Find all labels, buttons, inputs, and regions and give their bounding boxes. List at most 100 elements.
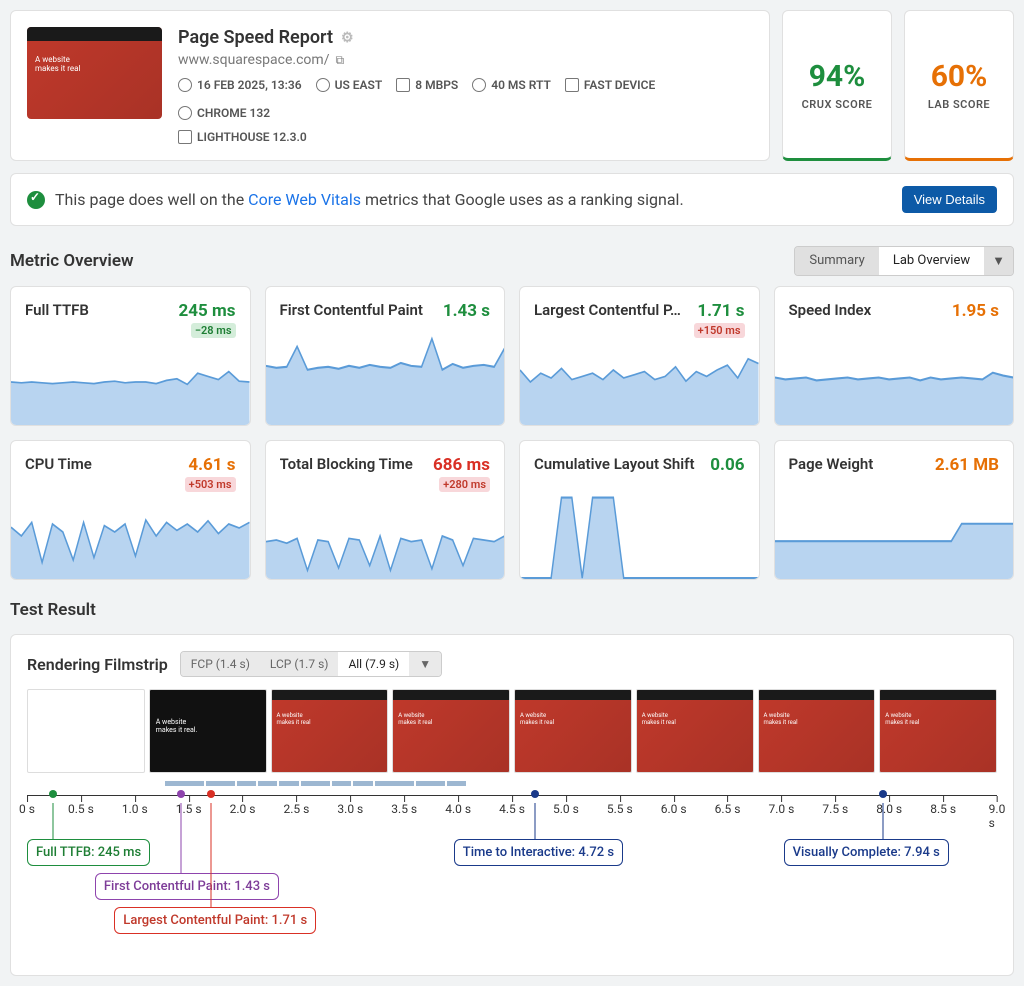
frame-2[interactable]: [271, 689, 389, 773]
metric-card-cpu-time[interactable]: CPU Time 4.61 s +503 ms: [10, 440, 251, 580]
metric-sparkline: [266, 500, 505, 580]
marker-line-tti: [535, 803, 536, 839]
meta-browser: CHROME 132: [178, 106, 270, 120]
metric-name: Cumulative Layout Shift: [534, 455, 710, 473]
tick: 3.0 s: [337, 802, 363, 816]
test-result-panel: Rendering Filmstrip FCP (1.4 s) LCP (1.7…: [10, 634, 1014, 976]
metric-value: 1.43 s: [443, 301, 490, 321]
metric-sparkline: [520, 346, 759, 426]
external-link-icon[interactable]: ⧉: [335, 53, 344, 68]
view-details-button[interactable]: View Details: [902, 186, 997, 213]
tick: 3.5 s: [391, 802, 417, 816]
timeline-callouts: Full TTFB: 245 ms Time to Interactive: 4.…: [27, 839, 997, 959]
test-result-title: Test Result: [10, 600, 1014, 620]
metric-card-first-contentful-paint[interactable]: First Contentful Paint 1.43 s: [265, 286, 506, 426]
tick: 2.5 s: [284, 802, 310, 816]
frame-5[interactable]: [636, 689, 754, 773]
filmstrip-frames: [27, 689, 997, 773]
tick: 0.5 s: [68, 802, 94, 816]
callout-ttfb[interactable]: Full TTFB: 245 ms: [27, 839, 150, 866]
tick: 4.5 s: [499, 802, 525, 816]
tick: 1.0 s: [122, 802, 148, 816]
metric-delta: +150 ms: [694, 323, 745, 338]
tick: 2.0 s: [230, 802, 256, 816]
latency-icon: [472, 78, 486, 92]
metric-card-largest-contentful-p-[interactable]: Largest Contentful P… 1.71 s +150 ms: [519, 286, 760, 426]
metric-name: Total Blocking Time: [280, 455, 434, 473]
metric-sparkline: [520, 483, 759, 580]
report-header: Page Speed Report ⚙ www.squarespace.com/…: [10, 10, 770, 161]
marker-line-ttfb: [53, 803, 54, 839]
meta-timestamp: 16 FEB 2025, 13:36: [178, 78, 302, 92]
browser-icon: [178, 106, 192, 120]
tick: 6.0 s: [661, 802, 687, 816]
frame-3[interactable]: [392, 689, 510, 773]
report-title-text: Page Speed Report: [178, 27, 333, 48]
filmtab-dropdown[interactable]: ▼: [409, 652, 441, 676]
metric-delta: +280 ms: [439, 477, 490, 492]
device-icon: [565, 78, 579, 92]
tick: 4.0 s: [445, 802, 471, 816]
metric-sparkline: [266, 329, 505, 426]
filmtab-lcp[interactable]: LCP (1.7 s): [260, 652, 339, 676]
marker-line-lcp: [211, 803, 212, 907]
network-waterfall-mini: [27, 779, 997, 789]
core-web-vitals-banner: This page does well on the Core Web Vita…: [10, 173, 1014, 226]
tick: 1.5 s: [176, 802, 202, 816]
crux-score-label: CRUX SCORE: [802, 98, 873, 111]
metric-card-speed-index[interactable]: Speed Index 1.95 s: [774, 286, 1015, 426]
filmtab-fcp[interactable]: FCP (1.4 s): [181, 652, 260, 676]
crux-score-value: 94%: [809, 59, 866, 94]
lab-score-card[interactable]: 60% LAB SCORE: [904, 10, 1014, 161]
metric-card-total-blocking-time[interactable]: Total Blocking Time 686 ms +280 ms: [265, 440, 506, 580]
metric-value: 2.61 MB: [935, 455, 999, 475]
meta-lighthouse: LIGHTHOUSE 12.3.0: [178, 130, 307, 144]
report-url[interactable]: www.squarespace.com/ ⧉: [178, 52, 753, 68]
metric-name: CPU Time: [25, 455, 185, 473]
marker-tti: [531, 790, 539, 798]
frame-0[interactable]: [27, 689, 145, 773]
gear-icon[interactable]: ⚙: [341, 30, 354, 46]
tab-dropdown[interactable]: ▼: [984, 247, 1013, 275]
frame-6[interactable]: [758, 689, 876, 773]
filmtab-all[interactable]: All (7.9 s): [338, 652, 409, 676]
tick: 7.5 s: [822, 802, 848, 816]
report-title: Page Speed Report ⚙: [178, 27, 753, 48]
tick: 7.0 s: [769, 802, 795, 816]
meta-region: US EAST: [316, 78, 383, 92]
tab-lab-overview[interactable]: Lab Overview: [879, 247, 984, 275]
metric-value: 245 ms: [179, 301, 236, 321]
metric-sparkline: [775, 483, 1014, 580]
metric-overview-title: Metric Overview: [10, 251, 794, 271]
metric-card-full-ttfb[interactable]: Full TTFB 245 ms −28 ms: [10, 286, 251, 426]
frame-7[interactable]: [879, 689, 997, 773]
metric-sparkline: [11, 346, 250, 426]
lab-score-value: 60%: [931, 59, 988, 94]
metric-sparkline: [775, 329, 1014, 426]
crux-score-card[interactable]: 94% CRUX SCORE: [782, 10, 892, 161]
metric-delta: +503 ms: [185, 477, 236, 492]
tab-summary[interactable]: Summary: [795, 247, 878, 275]
frame-4[interactable]: [514, 689, 632, 773]
metric-name: Page Weight: [789, 455, 935, 473]
marker-lcp: [207, 790, 215, 798]
metric-name: First Contentful Paint: [280, 301, 443, 319]
lab-score-label: LAB SCORE: [928, 98, 990, 111]
tick: 8.5 s: [930, 802, 956, 816]
metric-card-cumulative-layout-shift[interactable]: Cumulative Layout Shift 0.06: [519, 440, 760, 580]
callout-vc[interactable]: Visually Complete: 7.94 s: [784, 839, 949, 866]
metric-name: Largest Contentful P…: [534, 301, 694, 319]
core-web-vitals-link[interactable]: Core Web Vitals: [248, 190, 361, 209]
clock-icon: [178, 78, 192, 92]
meta-bandwidth: 8 MBPS: [396, 78, 458, 92]
callout-lcp[interactable]: Largest Contentful Paint: 1.71 s: [114, 907, 316, 934]
callout-tti[interactable]: Time to Interactive: 4.72 s: [454, 839, 623, 866]
report-url-text: www.squarespace.com/: [178, 52, 329, 68]
page-thumbnail: [27, 27, 162, 119]
tick: 5.0 s: [553, 802, 579, 816]
metric-card-page-weight[interactable]: Page Weight 2.61 MB: [774, 440, 1015, 580]
tick: 5.5 s: [607, 802, 633, 816]
callout-fcp[interactable]: First Contentful Paint: 1.43 s: [95, 873, 279, 900]
tick: 0 s: [19, 802, 35, 816]
frame-1[interactable]: [149, 689, 267, 773]
